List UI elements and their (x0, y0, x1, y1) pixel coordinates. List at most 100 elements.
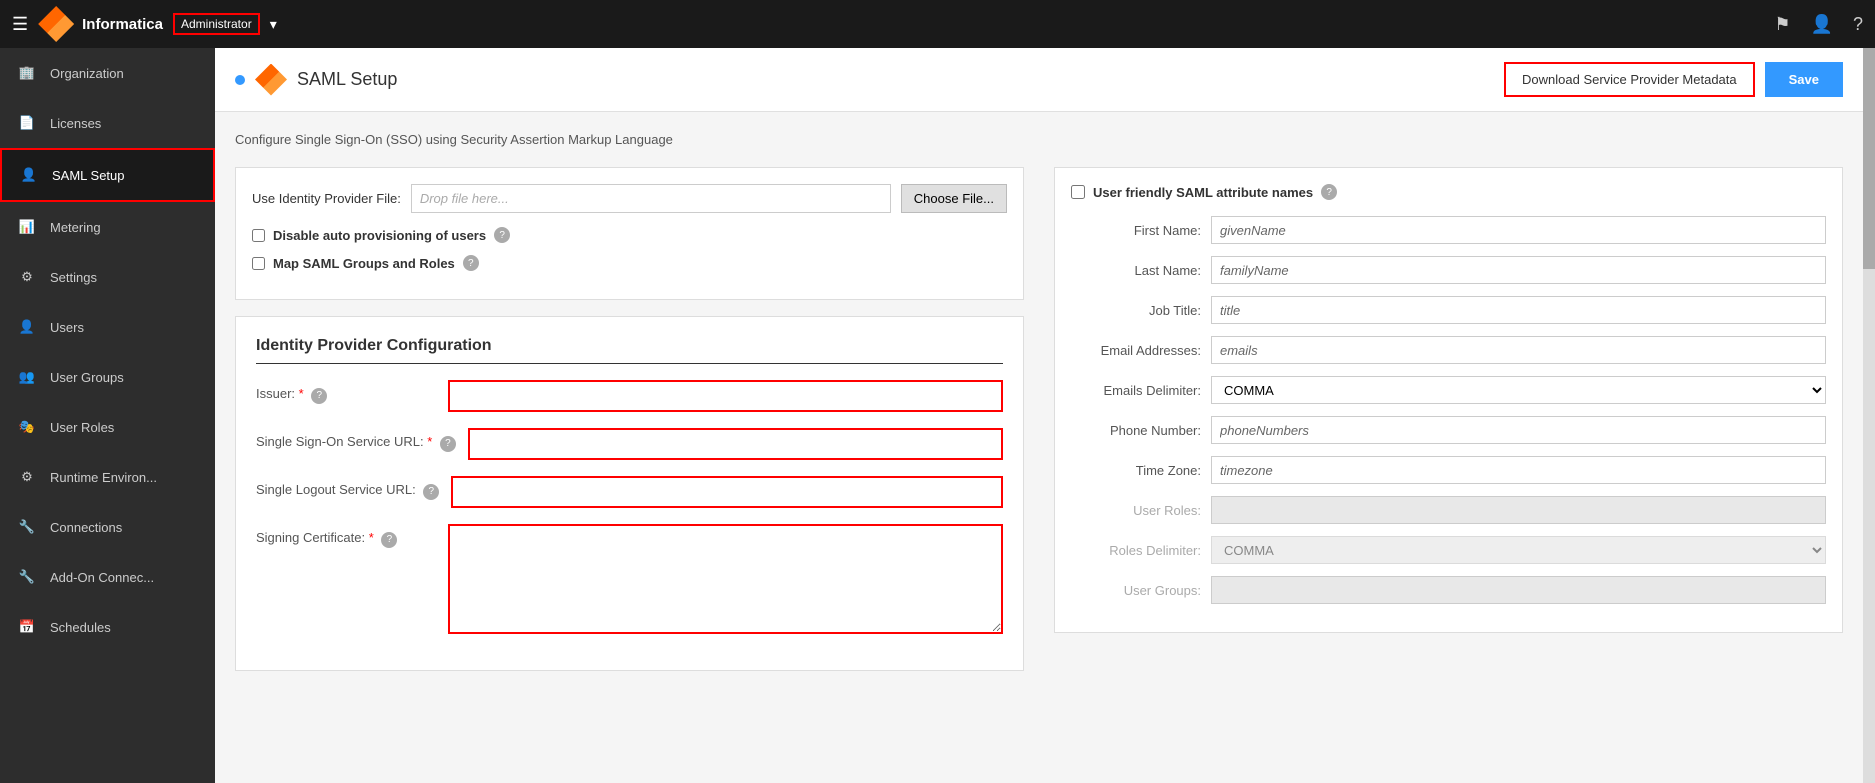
sidebar-item-user-groups[interactable]: 👥 User Groups (0, 352, 215, 402)
phone-number-row: Phone Number: phoneNumbers (1071, 416, 1826, 444)
map-saml-groups-label: Map SAML Groups and Roles (273, 256, 455, 271)
users-icon: 👤 (16, 316, 38, 338)
user-groups-input (1211, 576, 1826, 604)
sidebar-item-saml-setup[interactable]: 👤 SAML Setup (0, 148, 215, 202)
sidebar-label-metering: Metering (50, 220, 101, 235)
page-title: SAML Setup (297, 69, 397, 90)
time-zone-label: Time Zone: (1071, 463, 1201, 478)
slo-url-input[interactable] (451, 476, 1003, 508)
disable-auto-provision-row: Disable auto provisioning of users ? (252, 227, 1007, 243)
sidebar-item-metering[interactable]: 📊 Metering (0, 202, 215, 252)
signing-cert-textarea[interactable] (448, 524, 1003, 634)
user-friendly-help-icon[interactable]: ? (1321, 184, 1337, 200)
sidebar-item-users[interactable]: 👤 Users (0, 302, 215, 352)
licenses-icon: 📄 (16, 112, 38, 134)
job-title-row: Job Title: title (1071, 296, 1826, 324)
email-addresses-input[interactable]: emails (1211, 336, 1826, 364)
idp-file-label: Use Identity Provider File: (252, 191, 401, 206)
scrollbar-thumb[interactable] (1863, 48, 1875, 269)
job-title-input[interactable]: title (1211, 296, 1826, 324)
user-roles-input (1211, 496, 1826, 524)
emails-delimiter-row: Emails Delimiter: COMMA SEMICOLON SPACE (1071, 376, 1826, 404)
disable-auto-provision-checkbox[interactable] (252, 229, 265, 242)
slo-url-label: Single Logout Service URL: ? (256, 476, 439, 500)
two-col-layout: Use Identity Provider File: Drop file he… (235, 167, 1843, 671)
signing-cert-help-icon[interactable]: ? (381, 532, 397, 548)
user-groups-icon: 👥 (16, 366, 38, 388)
sso-url-input[interactable] (468, 428, 1003, 460)
saml-title-icon (255, 64, 287, 96)
schedules-icon: 📅 (16, 616, 38, 638)
choose-file-button[interactable]: Choose File... (901, 184, 1007, 213)
roles-delimiter-select: COMMA (1211, 536, 1826, 564)
slo-url-help-icon[interactable]: ? (423, 484, 439, 500)
left-column: Use Identity Provider File: Drop file he… (235, 167, 1024, 671)
header-dot (235, 75, 245, 85)
content-area: SAML Setup Download Service Provider Met… (215, 48, 1863, 783)
help-icon[interactable]: ? (1853, 14, 1863, 35)
saml-attrs-header: User friendly SAML attribute names ? (1071, 184, 1826, 200)
sidebar-label-addon: Add-On Connec... (50, 570, 154, 585)
user-friendly-checkbox[interactable] (1071, 185, 1085, 199)
sidebar-label-users: Users (50, 320, 84, 335)
metering-icon: 📊 (16, 216, 38, 238)
last-name-label: Last Name: (1071, 263, 1201, 278)
sidebar-item-settings[interactable]: ⚙ Settings (0, 252, 215, 302)
sidebar-label-runtime: Runtime Environ... (50, 470, 157, 485)
flag-icon[interactable]: ⚑ (1774, 14, 1790, 35)
save-button[interactable]: Save (1765, 62, 1843, 97)
dropdown-arrow-icon[interactable]: ▾ (270, 16, 277, 33)
map-saml-groups-checkbox[interactable] (252, 257, 265, 270)
settings-icon: ⚙ (16, 266, 38, 288)
sidebar-item-add-on[interactable]: 🔧 Add-On Connec... (0, 552, 215, 602)
issuer-input[interactable] (448, 380, 1003, 412)
emails-delimiter-select[interactable]: COMMA SEMICOLON SPACE (1211, 376, 1826, 404)
issuer-help-icon[interactable]: ? (311, 388, 327, 404)
sidebar-item-schedules[interactable]: 📅 Schedules (0, 602, 215, 652)
content-body: Configure Single Sign-On (SSO) using Sec… (215, 112, 1863, 783)
sidebar-item-licenses[interactable]: 📄 Licenses (0, 98, 215, 148)
page-title-container: SAML Setup (235, 64, 397, 96)
user-profile-icon[interactable]: 👤 (1811, 14, 1833, 35)
first-name-input[interactable]: givenName (1211, 216, 1826, 244)
slo-url-row: Single Logout Service URL: ? (256, 476, 1003, 508)
hamburger-icon[interactable]: ☰ (12, 14, 28, 35)
sidebar-label-licenses: Licenses (50, 116, 101, 131)
header-buttons: Download Service Provider Metadata Save (1504, 62, 1843, 97)
logo-text: Informatica (82, 16, 163, 33)
map-saml-help-icon[interactable]: ? (463, 255, 479, 271)
scrollbar[interactable] (1863, 48, 1875, 783)
signing-cert-label: Signing Certificate: * ? (256, 524, 436, 548)
disable-auto-help-icon[interactable]: ? (494, 227, 510, 243)
time-zone-input[interactable]: timezone (1211, 456, 1826, 484)
runtime-icon: ⚙ (16, 466, 38, 488)
page-subtitle: Configure Single Sign-On (SSO) using Sec… (235, 132, 1843, 147)
last-name-input[interactable]: familyName (1211, 256, 1826, 284)
addon-icon: 🔧 (16, 566, 38, 588)
logo-container: Informatica (38, 6, 163, 42)
top-form-section: Use Identity Provider File: Drop file he… (235, 167, 1024, 300)
user-roles-icon: 🎭 (16, 416, 38, 438)
sidebar-label-schedules: Schedules (50, 620, 111, 635)
roles-delimiter-label: Roles Delimiter: (1071, 543, 1201, 558)
sidebar-item-runtime-environ[interactable]: ⚙ Runtime Environ... (0, 452, 215, 502)
sidebar-label-saml-setup: SAML Setup (52, 168, 125, 183)
idp-config-section: Identity Provider Configuration Issuer: … (235, 316, 1024, 671)
sidebar-item-connections[interactable]: 🔧 Connections (0, 502, 215, 552)
saml-setup-icon: 👤 (18, 164, 40, 186)
sidebar-item-user-roles[interactable]: 🎭 User Roles (0, 402, 215, 452)
admin-badge: Administrator (173, 13, 260, 35)
sidebar-item-organization[interactable]: 🏢 Organization (0, 48, 215, 98)
user-roles-label: User Roles: (1071, 503, 1201, 518)
logo-icon (38, 6, 74, 42)
file-drop-zone[interactable]: Drop file here... (411, 184, 891, 213)
download-metadata-button[interactable]: Download Service Provider Metadata (1504, 62, 1755, 97)
roles-delimiter-row: Roles Delimiter: COMMA (1071, 536, 1826, 564)
main-layout: 🏢 Organization 📄 Licenses 👤 SAML Setup 📊… (0, 48, 1875, 783)
sso-url-help-icon[interactable]: ? (440, 436, 456, 452)
sidebar-label-connections: Connections (50, 520, 122, 535)
last-name-row: Last Name: familyName (1071, 256, 1826, 284)
connections-icon: 🔧 (16, 516, 38, 538)
phone-number-input[interactable]: phoneNumbers (1211, 416, 1826, 444)
phone-number-label: Phone Number: (1071, 423, 1201, 438)
